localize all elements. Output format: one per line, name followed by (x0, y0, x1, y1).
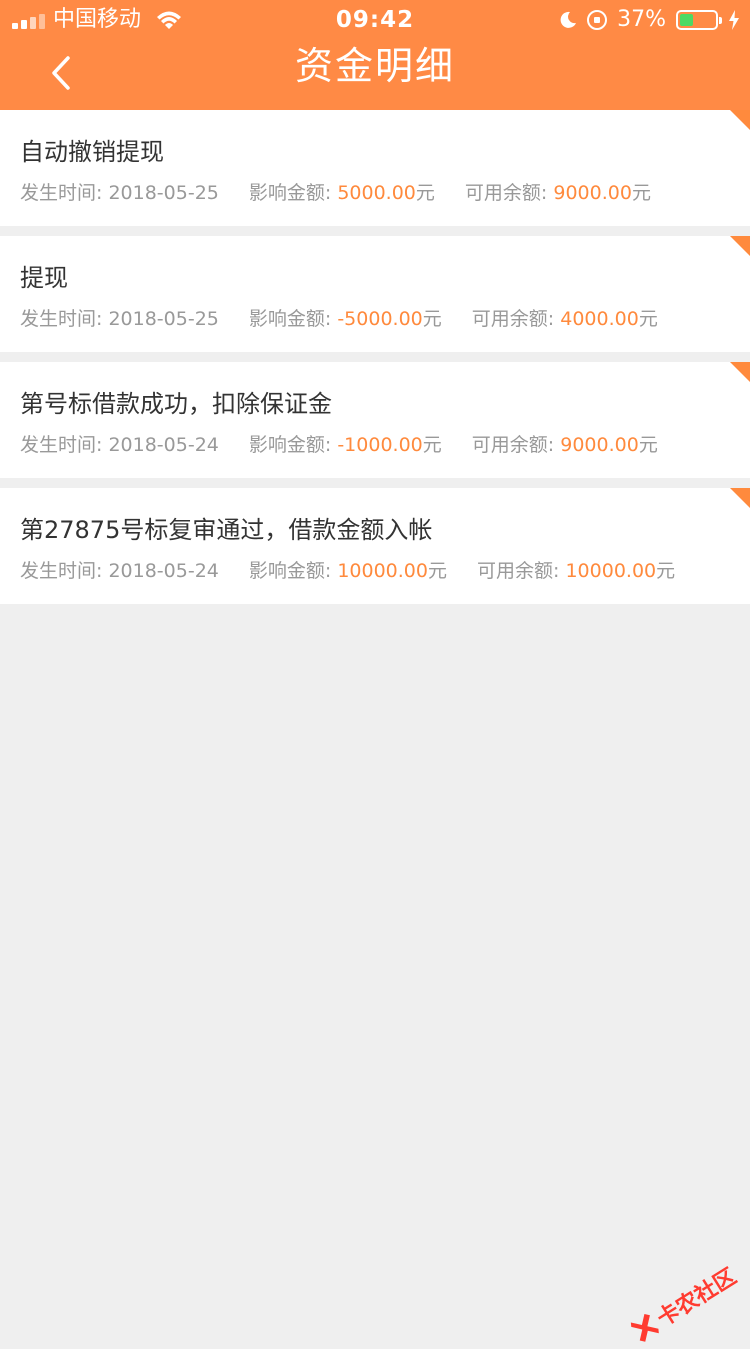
record-title: 提现 (20, 258, 68, 293)
time-value: 2018-05-25 (108, 308, 218, 330)
record-balance: 可用余额: 10000.00元 (477, 556, 675, 583)
corner-marker (730, 110, 750, 130)
balance-label: 可用余额: (472, 308, 560, 330)
navigation-bar: 资金明细 (0, 40, 750, 110)
amount-label: 影响金额: (249, 560, 337, 582)
time-label: 发生时间: (20, 182, 108, 204)
time-value: 2018-05-24 (108, 560, 218, 582)
time-label: 发生时间: (20, 308, 108, 330)
record-time: 发生时间: 2018-05-25 (20, 304, 219, 331)
record-time: 发生时间: 2018-05-25 (20, 178, 219, 205)
page-title: 资金明细 (0, 40, 750, 92)
time-value: 2018-05-24 (108, 434, 218, 456)
status-bar: 中国移动 09:42 37% (0, 0, 750, 40)
record-balance: 可用余额: 4000.00元 (472, 304, 658, 331)
record-amount: 影响金额: 10000.00元 (249, 556, 447, 583)
record-balance: 可用余额: 9000.00元 (472, 430, 658, 457)
unit-label: 元 (428, 560, 447, 582)
fund-record-item[interactable]: 第号标借款成功，扣除保证金 发生时间: 2018-05-24 影响金额: -10… (0, 362, 750, 478)
record-meta: 发生时间: 2018-05-24 影响金额: 10000.00元 可用余额: 1… (20, 556, 705, 583)
balance-value: 10000.00 (565, 560, 656, 582)
record-amount: 影响金额: -1000.00元 (249, 430, 442, 457)
record-title: 第27875号标复审通过，借款金额入帐 (20, 510, 432, 545)
balance-value: 9000.00 (560, 434, 639, 456)
moon-icon (559, 11, 577, 29)
battery-icon (676, 10, 718, 30)
unit-label: 元 (656, 560, 675, 582)
amount-value: -5000.00 (337, 308, 422, 330)
balance-label: 可用余额: (465, 182, 553, 204)
orientation-lock-icon (587, 10, 607, 30)
unit-label: 元 (639, 434, 658, 456)
top-bar: 中国移动 09:42 37% 资金明细 (0, 0, 750, 110)
balance-value: 4000.00 (560, 308, 639, 330)
corner-marker (730, 362, 750, 382)
record-meta: 发生时间: 2018-05-24 影响金额: -1000.00元 可用余额: 9… (20, 430, 688, 457)
amount-label: 影响金额: (249, 182, 337, 204)
fund-record-item[interactable]: 第27875号标复审通过，借款金额入帐 发生时间: 2018-05-24 影响金… (0, 488, 750, 604)
unit-label: 元 (423, 308, 442, 330)
unit-label: 元 (423, 434, 442, 456)
time-label: 发生时间: (20, 434, 108, 456)
record-time: 发生时间: 2018-05-24 (20, 556, 219, 583)
record-amount: 影响金额: -5000.00元 (249, 304, 442, 331)
record-title: 第号标借款成功，扣除保证金 (20, 384, 332, 419)
balance-label: 可用余额: (477, 560, 565, 582)
amount-value: -1000.00 (337, 434, 422, 456)
fund-record-list: 自动撤销提现 发生时间: 2018-05-25 影响金额: 5000.00元 可… (0, 110, 750, 614)
balance-value: 9000.00 (553, 182, 632, 204)
corner-marker (730, 236, 750, 256)
battery-fill (680, 14, 693, 26)
time-value: 2018-05-25 (108, 182, 218, 204)
time-label: 发生时间: (20, 560, 108, 582)
battery-percent: 37% (617, 0, 666, 40)
amount-label: 影响金额: (249, 308, 337, 330)
watermark-logo: 卡农社区 (624, 1259, 741, 1349)
corner-marker (730, 488, 750, 508)
amount-value: 5000.00 (337, 182, 416, 204)
amount-value: 10000.00 (337, 560, 428, 582)
fund-record-item[interactable]: 自动撤销提现 发生时间: 2018-05-25 影响金额: 5000.00元 可… (0, 110, 750, 226)
charging-icon (728, 10, 740, 30)
record-title: 自动撤销提现 (20, 132, 164, 167)
status-right-group: 37% (559, 0, 740, 40)
balance-label: 可用余额: (472, 434, 560, 456)
watermark-text: 卡农社区 (650, 1259, 742, 1333)
unit-label: 元 (639, 308, 658, 330)
record-time: 发生时间: 2018-05-24 (20, 430, 219, 457)
amount-label: 影响金额: (249, 434, 337, 456)
record-meta: 发生时间: 2018-05-25 影响金额: 5000.00元 可用余额: 90… (20, 178, 681, 205)
unit-label: 元 (632, 182, 651, 204)
record-amount: 影响金额: 5000.00元 (249, 178, 435, 205)
record-meta: 发生时间: 2018-05-25 影响金额: -5000.00元 可用余额: 4… (20, 304, 688, 331)
record-balance: 可用余额: 9000.00元 (465, 178, 651, 205)
unit-label: 元 (416, 182, 435, 204)
fund-record-item[interactable]: 提现 发生时间: 2018-05-25 影响金额: -5000.00元 可用余额… (0, 236, 750, 352)
